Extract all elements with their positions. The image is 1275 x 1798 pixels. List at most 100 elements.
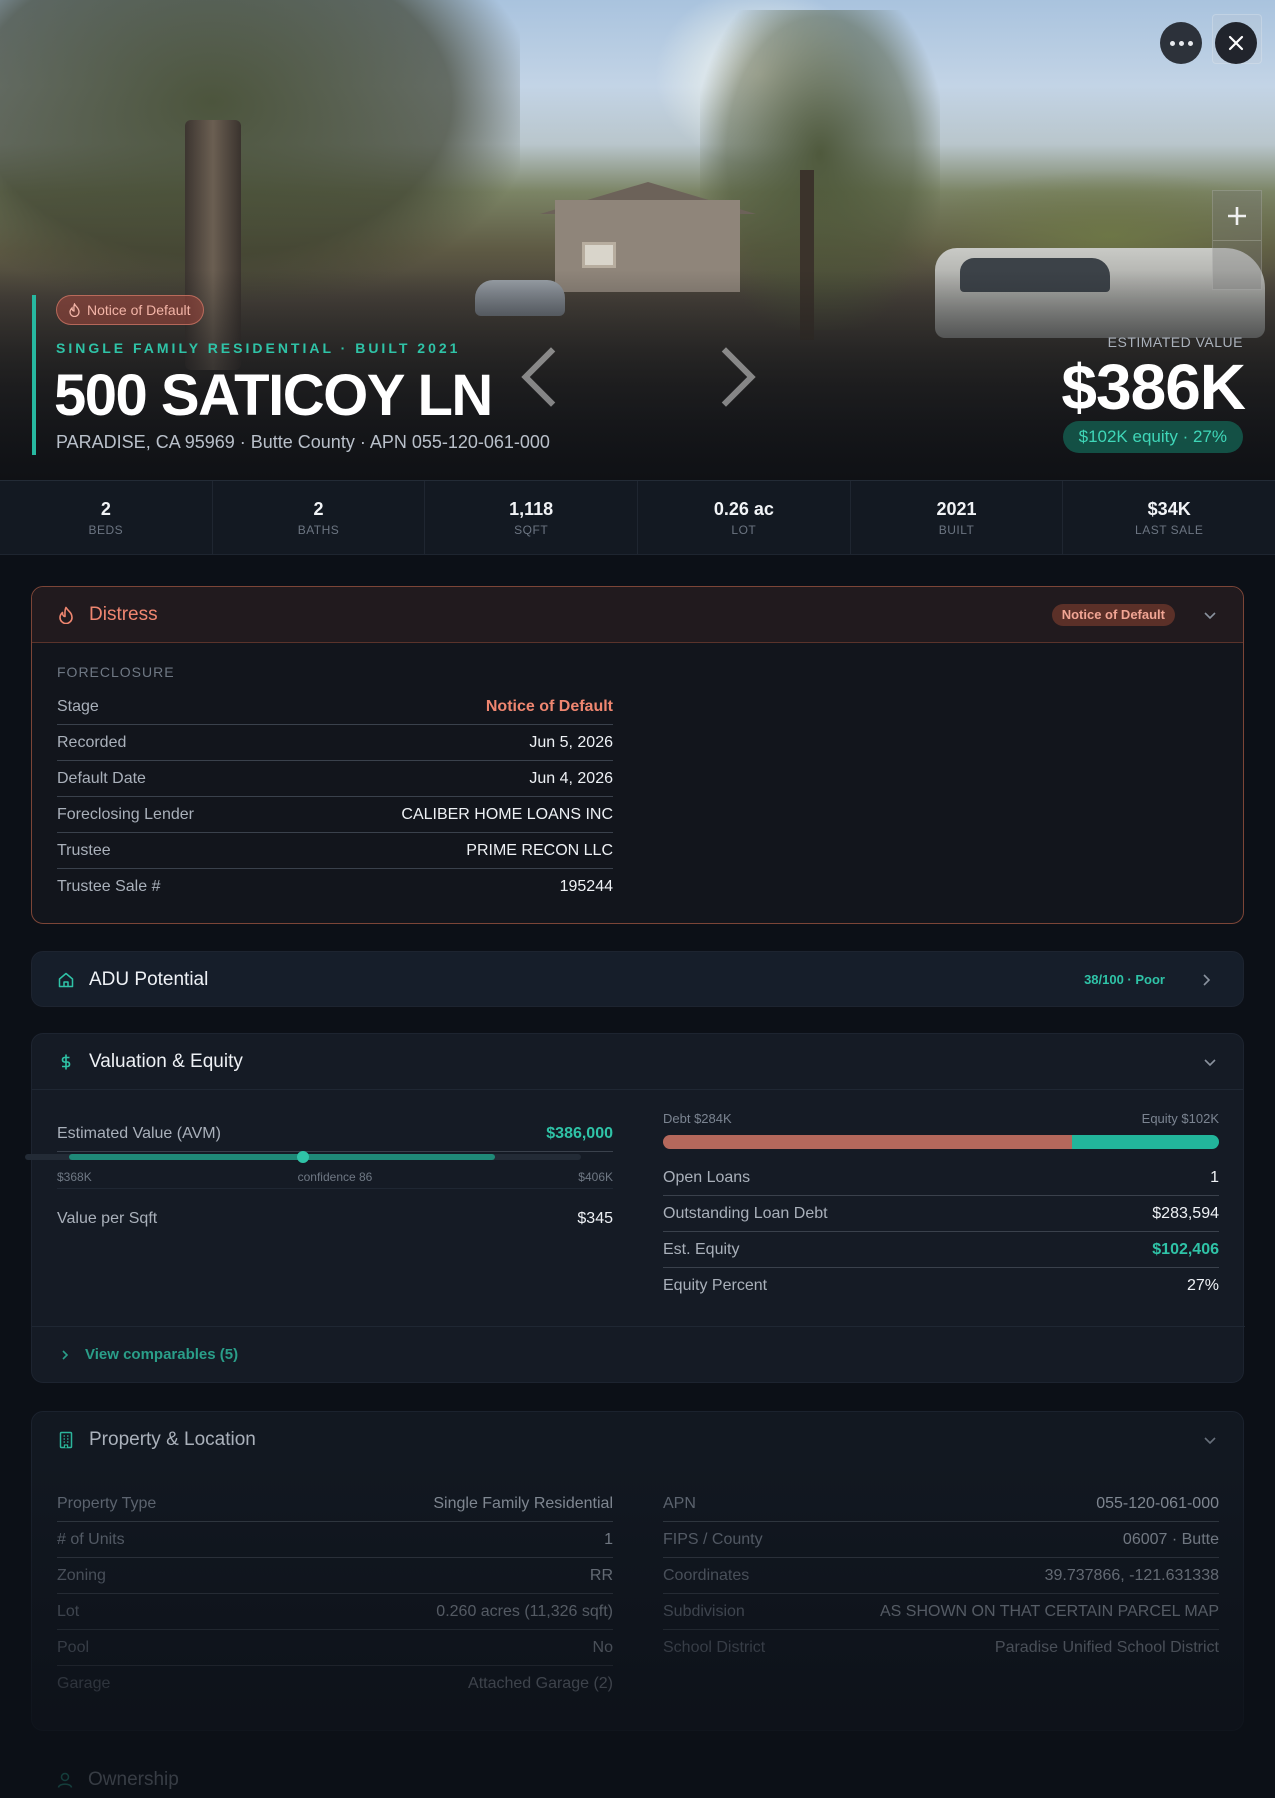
stat-label: BUILT [938,523,975,537]
detail-label: Foreclosing Lender [57,805,194,823]
detail-row: FIPS / County 06007 · Butte [663,1522,1219,1558]
stat-label: BATHS [297,523,340,537]
detail-value: 0.260 acres (11,326 sqft) [436,1602,613,1620]
view-comparables-label: View comparables (5) [85,1346,239,1363]
stat-last-sale: $34K LAST SALE [1063,481,1275,554]
chevron-down-icon[interactable] [1203,1055,1217,1069]
detail-label: Property Type [57,1494,157,1512]
dollar-icon [61,1054,71,1069]
section-title: Distress [89,603,158,625]
detail-row: Trustee Sale # 195244 [57,869,613,905]
stat-label: BEDS [88,523,124,537]
property-details-right: APN 055-120-061-000 FIPS / County 06007 … [663,1486,1219,1666]
foreclosure-label: FORECLOSURE [57,664,175,680]
detail-label: Trustee [57,841,111,859]
photo-house-window [582,242,616,268]
avm-label: Estimated Value (AVM) [57,1124,221,1142]
estimated-value: $386K [1061,351,1246,423]
hero-accent-bar [32,295,36,455]
equity-label: Equity $102K [1141,1111,1219,1126]
stat-value: 0.26 ac [713,499,774,519]
value-per-sqft-row: Value per Sqft $345 [57,1188,613,1248]
confidence-range-track [25,1151,581,1163]
stat-built: 2021 BUILT [851,481,1064,554]
more-horizontal-icon [1169,40,1193,46]
detail-value: RR [589,1566,613,1584]
property-stats-bar: 2 BEDS 2 BATHS 1,118 SQFT 0.26 ac LOT 20… [0,480,1275,555]
detail-row: Default Date Jun 4, 2026 [57,761,613,797]
detail-value: 39.737866, -121.631338 [1044,1566,1219,1584]
adu-score: 38/100 · Poor [1084,972,1165,987]
detail-label: Default Date [57,769,146,787]
loan-details: Open Loans 1 Outstanding Loan Debt $283,… [663,1160,1219,1304]
detail-row: Equity Percent 27% [663,1268,1219,1304]
detail-label: Pool [57,1638,90,1656]
detail-label: APN [663,1494,696,1512]
detail-label: Equity Percent [663,1277,768,1294]
zoom-in-button[interactable] [1213,191,1261,241]
view-comparables-link[interactable]: View comparables (5) [32,1326,1245,1382]
detail-row: Stage Notice of Default [57,689,613,725]
detail-label: Lot [57,1602,80,1620]
detail-value: No [592,1638,613,1656]
detail-row: Coordinates 39.737866, -121.631338 [663,1558,1219,1594]
flame-icon [69,303,80,317]
detail-value: 27% [1186,1277,1219,1294]
chevron-down-icon[interactable] [1203,608,1217,622]
detail-value: CALIBER HOME LOANS INC [401,805,613,823]
detail-value: Jun 5, 2026 [529,733,613,751]
close-icon [1228,35,1244,51]
detail-label: FIPS / County [663,1530,763,1548]
avm-value: $386,000 [546,1124,613,1142]
detail-value: $283,594 [1152,1204,1219,1222]
detail-value: Notice of Default [485,697,613,715]
confidence-marker [297,1151,309,1163]
zoom-out-button[interactable] [1213,241,1261,291]
detail-row: Subdivision AS SHOWN ON THAT CERTAIN PAR… [663,1594,1219,1630]
adu-section-header[interactable]: ADU Potential 38/100 · Poor [32,952,1243,1008]
distress-section-header[interactable]: Distress Notice of Default [32,587,1243,643]
detail-row: # of Units 1 [57,1522,613,1558]
stat-beds: 2 BEDS [0,481,213,554]
property-location-section: Property & Location Property Type Single… [31,1411,1244,1731]
stat-label: LAST SALE [1135,523,1204,537]
detail-value: Paradise Unified School District [994,1639,1219,1656]
equity-badge: $102K equity · 27% [1062,421,1243,453]
equity-segment [1072,1135,1219,1149]
adu-potential-section[interactable]: ADU Potential 38/100 · Poor [31,951,1244,1007]
section-title: Property & Location [89,1429,256,1450]
plus-icon [1228,206,1246,225]
detail-label: Open Loans [663,1168,751,1186]
stat-value: 2 [100,499,111,519]
detail-value: AS SHOWN ON THAT CERTAIN PARCEL MAP [879,1602,1219,1620]
property-type-eyebrow: SINGLE FAMILY RESIDENTIAL · BUILT 2021 [56,340,461,356]
stat-value: 1,118 [509,499,554,519]
detail-row: Outstanding Loan Debt $283,594 [663,1196,1219,1232]
stat-label: SQFT [514,523,549,537]
detail-row: Foreclosing Lender CALIBER HOME LOANS IN… [57,797,613,833]
chevron-down-icon[interactable] [1203,1433,1217,1447]
detail-label: Subdivision [663,1602,745,1620]
detail-row: Property Type Single Family Residential [57,1486,613,1522]
detail-row: Est. Equity $102,406 [663,1232,1219,1268]
status-badge: Notice of Default [56,295,204,325]
detail-row: Garage Attached Garage (2) [57,1666,613,1702]
valuation-section-header[interactable]: Valuation & Equity [32,1034,1243,1090]
detail-row: Trustee PRIME RECON LLC [57,833,613,869]
stat-value: 2 [313,499,324,519]
ownership-section-header[interactable]: Ownership [56,1765,1246,1795]
chevron-right-icon[interactable] [1199,973,1213,987]
debt-segment [663,1135,1072,1149]
section-title: ADU Potential [89,969,209,990]
value-per-sqft-label: Value per Sqft [57,1209,158,1227]
distress-status-badge: Notice of Default [1051,604,1175,626]
detail-row: School District Paradise Unified School … [663,1630,1219,1666]
property-section-header[interactable]: Property & Location [32,1412,1243,1468]
detail-value: Jun 4, 2026 [529,769,613,787]
more-options-button[interactable] [1160,22,1202,64]
property-details-left: Property Type Single Family Residential … [57,1486,613,1702]
close-button[interactable] [1215,22,1257,64]
detail-row: Recorded Jun 5, 2026 [57,725,613,761]
property-location: PARADISE, CA 95969 · Butte County · APN … [56,432,550,452]
detail-row: Zoning RR [57,1558,613,1594]
